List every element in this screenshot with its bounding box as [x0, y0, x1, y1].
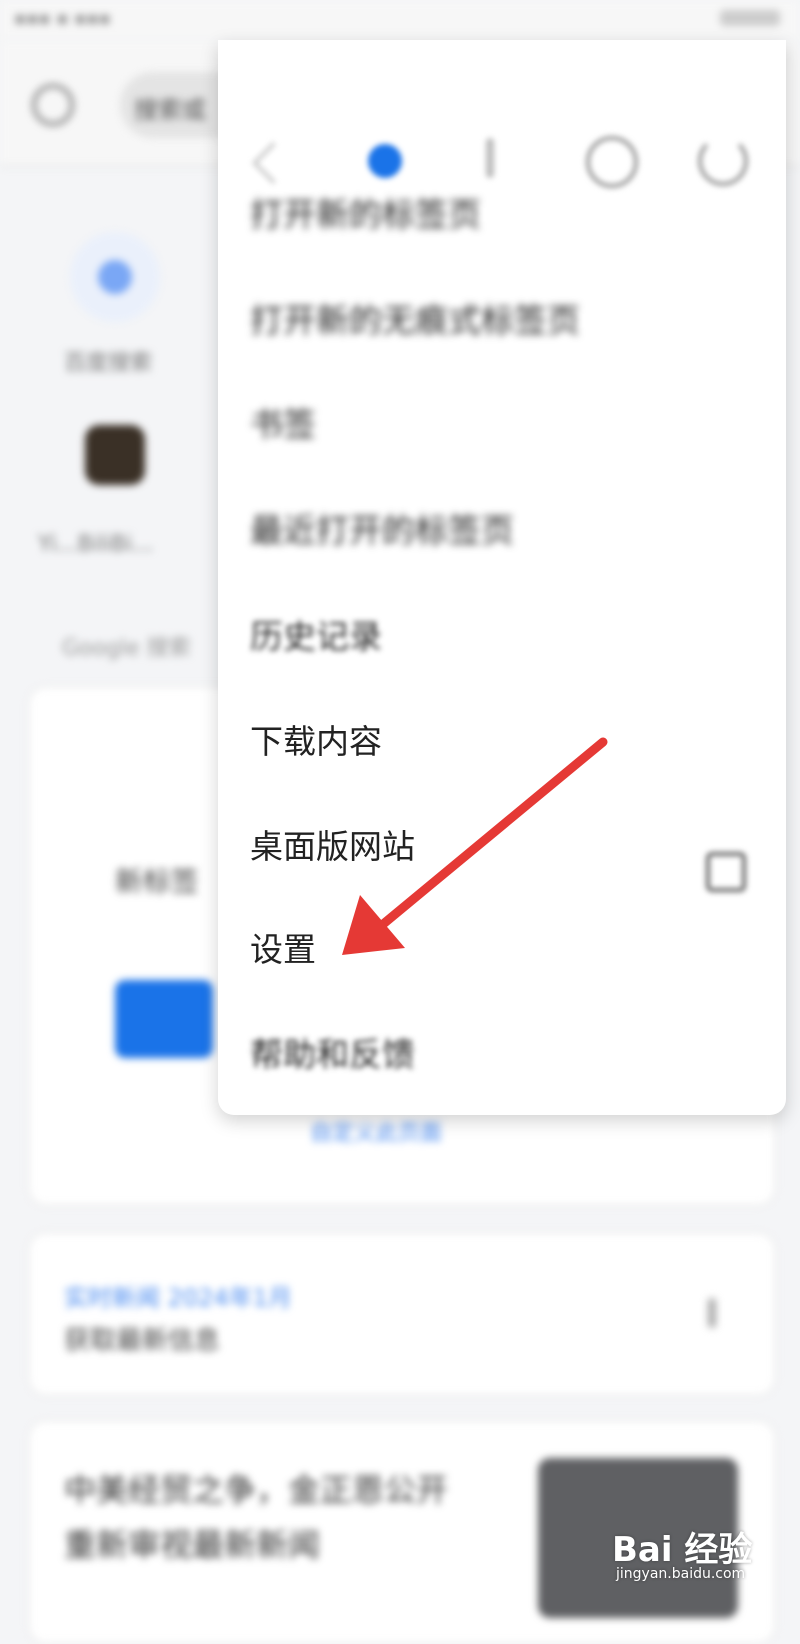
omnibox-text: 搜索或	[134, 96, 206, 124]
info-icon[interactable]	[586, 136, 638, 188]
news-source: 实时新闻 2024年1月	[64, 1284, 292, 1312]
news-card[interactable]	[28, 1232, 776, 1396]
battery-icon	[720, 10, 780, 26]
card-link[interactable]: 自定义此页面	[310, 1115, 442, 1147]
card-action-button[interactable]	[115, 980, 213, 1058]
menu-settings[interactable]: 设置	[250, 923, 316, 971]
shortcut-tile-1[interactable]	[70, 232, 160, 322]
app-shortcut-icon[interactable]	[85, 425, 145, 485]
menu-desktop-site[interactable]: 桌面版网站	[250, 820, 415, 868]
desktop-site-checkbox[interactable]	[706, 852, 746, 892]
menu-new-tab[interactable]: 打开新的标签页	[250, 188, 481, 236]
more-icon[interactable]	[708, 1298, 716, 1328]
menu-new-incognito-tab[interactable]: 打开新的无痕式标签页	[250, 294, 580, 342]
forward-icon[interactable]	[251, 141, 295, 185]
menu-history[interactable]: 历史记录	[250, 610, 382, 658]
menu-action-row	[218, 80, 786, 188]
refresh-icon[interactable]	[698, 136, 748, 186]
section-label: Google 搜索	[62, 636, 191, 661]
bookmark-star-icon[interactable]	[368, 144, 402, 178]
home-icon[interactable]	[32, 84, 74, 126]
menu-help-feedback[interactable]: 帮助和反馈	[250, 1028, 415, 1076]
menu-bookmarks[interactable]: 书签	[250, 398, 316, 446]
status-icons: ▪▪▪ ▪ ▪▪▪	[14, 8, 111, 29]
overflow-menu: 打开新的标签页 打开新的无痕式标签页 书签 最近打开的标签页 历史记录 下载内容…	[218, 40, 786, 1115]
download-icon[interactable]	[486, 138, 494, 178]
article-line-2: 重新审视最新新闻	[64, 1526, 321, 1564]
menu-downloads[interactable]: 下载内容	[250, 715, 382, 763]
baidu-jingyan-watermark: Bai 经验 jingyan.baidu.com	[612, 1512, 772, 1592]
watermark-brand: Bai 经验	[612, 1530, 753, 1570]
article-line-1: 中美经贸之争，金正恩公开	[64, 1471, 449, 1509]
menu-recent-tabs[interactable]: 最近打开的标签页	[250, 504, 514, 552]
status-bar: ▪▪▪ ▪ ▪▪▪	[0, 0, 800, 40]
shortcut-label-1: 百度搜索	[64, 351, 153, 376]
shortcut-label-2: Yi...BiliBi...	[38, 532, 154, 557]
card-title: 新标签	[115, 865, 200, 898]
watermark-url: jingyan.baidu.com	[616, 1566, 746, 1582]
news-title: 获取最新信息	[64, 1326, 221, 1356]
search-icon	[98, 260, 132, 294]
